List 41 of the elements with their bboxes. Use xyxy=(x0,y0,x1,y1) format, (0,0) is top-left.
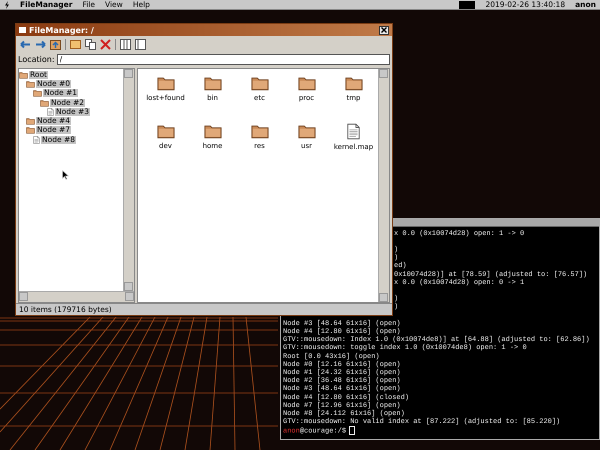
folder-icon xyxy=(250,75,268,91)
lightning-icon[interactable] xyxy=(4,0,10,8)
document-icon xyxy=(47,108,54,116)
folder-icon xyxy=(204,123,222,139)
close-button[interactable] xyxy=(379,26,389,34)
folder-icon xyxy=(298,75,316,91)
folder-icon xyxy=(298,123,316,139)
scroll-up-button[interactable] xyxy=(379,69,388,78)
location-field[interactable]: / xyxy=(56,54,390,65)
forward-button[interactable] xyxy=(35,39,46,50)
copy-button[interactable] xyxy=(85,39,96,50)
document-icon xyxy=(33,136,40,144)
scroll-up-button[interactable] xyxy=(124,69,133,78)
folder-icon xyxy=(156,75,174,91)
folder-icon xyxy=(33,89,42,98)
scroll-right-button[interactable] xyxy=(125,292,134,301)
folder-icon xyxy=(26,80,35,88)
folder-icon xyxy=(156,123,174,139)
mouse-pointer-icon xyxy=(62,170,69,180)
folder-icon xyxy=(204,75,222,91)
folder-icon xyxy=(250,123,268,139)
window-title: FileManager: / xyxy=(29,26,95,34)
scroll-left-button[interactable] xyxy=(19,292,28,301)
folder-icon xyxy=(344,75,362,91)
scroll-down-button[interactable] xyxy=(124,282,133,291)
new-folder-button[interactable] xyxy=(70,39,81,50)
folder-icon xyxy=(19,70,28,79)
columns-view-button[interactable] xyxy=(120,39,131,50)
folder-icon xyxy=(26,117,35,126)
folder-icon xyxy=(26,126,35,134)
document-icon xyxy=(347,123,360,140)
up-folder-button[interactable] xyxy=(50,39,61,50)
back-button[interactable] xyxy=(20,39,31,50)
window-icon xyxy=(19,27,26,33)
location-label: Location: xyxy=(18,55,55,64)
delete-button[interactable] xyxy=(100,39,111,50)
cpu-graph xyxy=(459,0,476,8)
folder-icon xyxy=(40,98,49,107)
scroll-down-button[interactable] xyxy=(379,293,388,302)
text-cursor xyxy=(349,426,356,436)
list-view-button[interactable] xyxy=(135,39,146,50)
